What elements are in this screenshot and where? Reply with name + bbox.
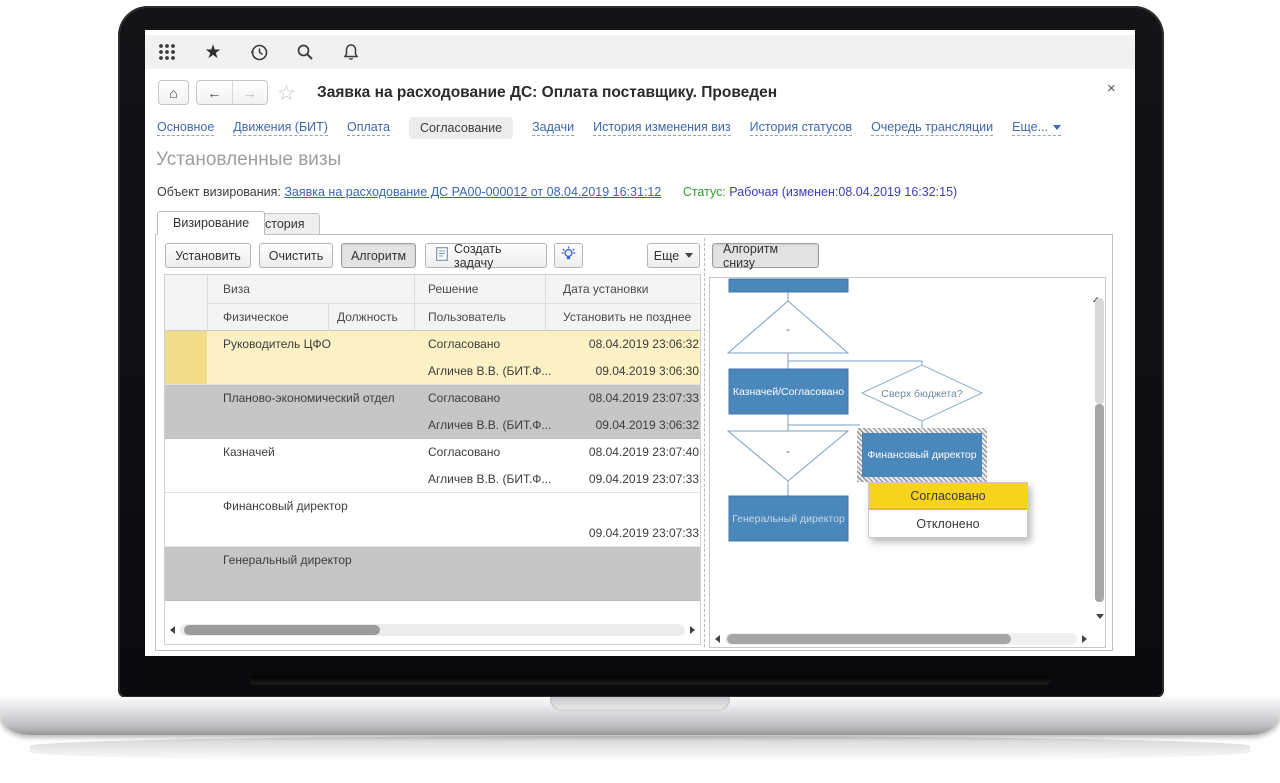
- flow-node-fin-director-selected[interactable]: Финансовый директор: [857, 428, 987, 482]
- laptop-reflection: [30, 736, 1250, 762]
- nav-link-dvizheniya[interactable]: Движения (БИТ): [233, 120, 328, 136]
- document-icon: [436, 247, 448, 264]
- nav-link-istoriya-viz[interactable]: История изменения виз: [593, 120, 731, 136]
- app-toolbar: ★: [145, 35, 1135, 69]
- favorites-star-icon[interactable]: ★: [203, 42, 223, 62]
- flowchart-horizontal-scrollbar[interactable]: [710, 631, 1092, 646]
- treasurer-label: Казначей/Согласовано: [733, 386, 844, 398]
- laptop-hinge: [250, 676, 1050, 685]
- scroll-thumb[interactable]: [184, 625, 380, 635]
- menu-grid-icon[interactable]: [157, 42, 177, 62]
- flow-node-top[interactable]: [729, 279, 848, 292]
- chevron-down-icon: [685, 253, 693, 258]
- close-icon[interactable]: ×: [1107, 80, 1116, 97]
- pane-splitter[interactable]: [704, 238, 705, 647]
- forward-arrow-icon: →: [243, 85, 257, 101]
- menu-item-approved[interactable]: Согласовано: [869, 483, 1027, 510]
- status-value: Рабочая (изменен:08.04.2019 16:32:15): [729, 185, 957, 199]
- nav-link-more[interactable]: Еще...: [1012, 120, 1061, 136]
- history-nav-buttons: ← →: [196, 80, 268, 105]
- history-icon[interactable]: [249, 42, 269, 62]
- nav-link-ochered[interactable]: Очередь трансляции: [871, 120, 993, 136]
- search-icon[interactable]: [295, 42, 315, 62]
- set-visa-button[interactable]: Установить: [165, 243, 251, 268]
- flowchart-vertical-scrollbar[interactable]: [1093, 280, 1106, 625]
- chevron-down-icon: [1053, 125, 1061, 130]
- scroll-left-icon[interactable]: [170, 626, 175, 634]
- algorithm-bottom-button[interactable]: Алгоритм снизу: [712, 243, 819, 268]
- table-row[interactable]: Финансовый директор 09.04.2019 23:07:33: [165, 493, 700, 547]
- scroll-right-icon[interactable]: [1082, 635, 1087, 643]
- laptop-lid-notch: [550, 697, 730, 711]
- nav-link-istoriya-statusov[interactable]: История статусов: [750, 120, 852, 136]
- lamp-icon: [561, 246, 576, 265]
- object-link[interactable]: Заявка на расходование ДС РА00-000012 от…: [284, 185, 661, 199]
- home-button[interactable]: ⌂: [158, 80, 189, 105]
- nav-link-oplata[interactable]: Оплата: [347, 120, 390, 136]
- scroll-thumb[interactable]: [1095, 404, 1104, 602]
- col-position: Должность: [337, 303, 398, 331]
- scroll-left-icon[interactable]: [715, 635, 720, 643]
- col-person: Физическое: [223, 303, 289, 331]
- home-icon: ⌂: [169, 85, 177, 101]
- screen: ★: [145, 30, 1135, 656]
- condition-minus-label: -: [786, 324, 790, 336]
- back-arrow-icon: ←: [207, 85, 221, 101]
- menu-item-rejected[interactable]: Отклонено: [869, 510, 1027, 537]
- over-budget-label: Сверх бюджета?: [881, 388, 963, 400]
- visa-table-header: Виза Решение Дата установки Физическое Д…: [165, 275, 700, 331]
- hint-lamp-button[interactable]: [554, 243, 583, 268]
- section-heading: Установленные визы: [156, 149, 341, 171]
- create-task-button[interactable]: Создать задачу: [425, 243, 547, 268]
- scroll-down-icon[interactable]: [1096, 614, 1104, 619]
- condition-minus-label: -: [786, 446, 790, 458]
- section-nav: Основное Движения (БИТ) Оплата Согласова…: [157, 117, 1061, 139]
- scroll-thumb[interactable]: [727, 634, 1011, 644]
- decision-context-menu: Согласовано Отклонено: [868, 482, 1028, 538]
- table-horizontal-scrollbar[interactable]: [165, 622, 700, 637]
- tab-vizirovanie[interactable]: Визирование: [157, 211, 265, 235]
- favorite-toggle-icon[interactable]: ☆: [277, 81, 296, 106]
- object-row: Объект визирования: Заявка на расходован…: [157, 185, 957, 199]
- col-date-set: Дата установки: [563, 275, 648, 303]
- notifications-bell-icon[interactable]: [341, 42, 361, 62]
- nav-link-zadachi[interactable]: Задачи: [532, 120, 574, 136]
- visa-table: Виза Решение Дата установки Физическое Д…: [164, 274, 701, 645]
- object-label: Объект визирования:: [157, 185, 281, 199]
- visa-panel: Установить Очистить Алгоритм Создать зад…: [155, 234, 1113, 651]
- gen-director-label: Генеральный директор: [732, 513, 845, 525]
- page-title: Заявка на расходование ДС: Оплата постав…: [317, 84, 777, 102]
- scroll-right-icon[interactable]: [690, 626, 695, 634]
- col-deadline: Установить не позднее: [563, 303, 691, 331]
- algorithm-flowchart: - Казначей/Согласовано Сверх бюджета? - …: [709, 277, 1106, 648]
- table-row[interactable]: Планово-экономический отдел Согласовано …: [165, 385, 700, 439]
- back-button[interactable]: ←: [197, 81, 233, 104]
- algorithm-button[interactable]: Алгоритм: [341, 243, 416, 268]
- nav-link-osnovnoe[interactable]: Основное: [157, 120, 214, 136]
- nav-link-soglasovanie-active[interactable]: Согласование: [409, 117, 513, 139]
- clear-visa-button[interactable]: Очистить: [259, 243, 333, 268]
- table-row[interactable]: Руководитель ЦФО Согласовано 08.04.2019 …: [165, 331, 700, 385]
- status-label: Статус:: [683, 185, 726, 199]
- col-user: Пользователь: [428, 303, 506, 331]
- col-visa: Виза: [223, 275, 250, 303]
- table-row[interactable]: Генеральный директор: [165, 547, 700, 601]
- col-decision: Решение: [428, 275, 478, 303]
- fin-director-label: Финансовый директор: [862, 433, 982, 477]
- more-button[interactable]: Еще: [647, 243, 700, 268]
- forward-button[interactable]: →: [233, 81, 268, 104]
- table-row[interactable]: Казначей Согласовано 08.04.2019 23:07:40…: [165, 439, 700, 493]
- laptop-mockup: ★: [0, 0, 1280, 783]
